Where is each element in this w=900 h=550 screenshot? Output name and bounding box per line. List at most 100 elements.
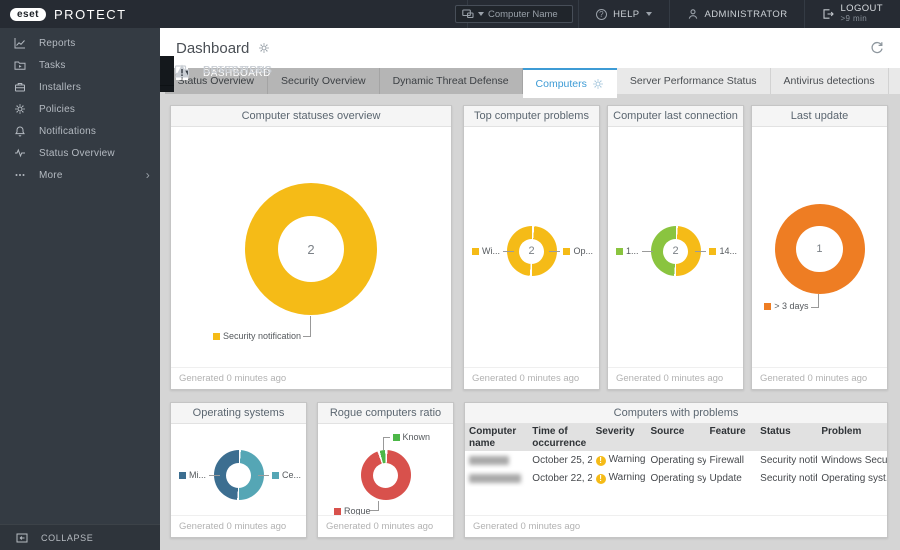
legend-label: > 3 days (774, 301, 809, 311)
cell-source: Operating syst... (650, 454, 706, 466)
topbar: eset PROTECT Computer Name QUICK LINKS ?… (0, 0, 900, 28)
table-row[interactable]: October 22, 20... !Warning Operating sys… (465, 469, 887, 487)
column-header[interactable]: Computer name (465, 424, 529, 451)
tab-computers[interactable]: Computers (522, 68, 617, 98)
dashboard-settings-gear-icon[interactable] (258, 42, 270, 54)
sidebar-item-status-overview[interactable]: Status Overview (0, 142, 160, 164)
legend-swatch (563, 247, 571, 255)
sidebar-item-label: Tasks (39, 59, 66, 71)
tab-settings-gear-icon[interactable] (592, 78, 604, 90)
help-caret-icon (645, 12, 652, 16)
donut-center-value: 1 (796, 225, 843, 273)
sidebar-item-installers[interactable]: Installers (0, 76, 160, 98)
legend-item: > 3 days (764, 301, 809, 311)
cell-severity: ! Warning (592, 469, 647, 487)
donut-chart[interactable]: 2 (650, 226, 701, 276)
status-overview-icon (15, 148, 25, 158)
table-row[interactable]: October 25, 20... !Warning Operating sys… (465, 451, 887, 469)
panel-title: Rogue computers ratio (318, 403, 453, 424)
sidebar-item-label: More (39, 169, 63, 181)
legend-label: Mi... (189, 470, 206, 480)
sidebar-item-tasks[interactable]: Tasks (0, 54, 160, 76)
legend-swatch (764, 302, 772, 310)
donut-chart[interactable]: 2 (245, 183, 377, 315)
user-icon (688, 9, 697, 19)
legend-item: Security notification (212, 331, 301, 341)
refresh-icon[interactable] (870, 41, 884, 55)
tab-server-performance-status[interactable]: Server Performance Status (616, 68, 771, 94)
user-menu[interactable]: ADMINISTRATOR (668, 0, 805, 28)
tab-label: Server Performance Status (629, 75, 757, 87)
sidebar-collapse-button[interactable]: COLLAPSE (0, 524, 160, 550)
sidebar-item-notifications[interactable]: Notifications (0, 120, 160, 142)
tasks-icon (14, 61, 26, 70)
tab-security-overview[interactable]: Security Overview (267, 68, 380, 94)
donut-chart[interactable] (360, 450, 411, 500)
logout-button[interactable]: LOGOUT >9 min (804, 0, 900, 28)
panel-title: Top computer problems (464, 106, 599, 127)
legend-swatch (212, 332, 220, 340)
sidebar-item-policies[interactable]: Policies (0, 98, 160, 120)
legend-connector (303, 316, 311, 337)
legend-label: Wi... (482, 246, 500, 256)
help-menu[interactable]: ? HELP (578, 0, 668, 28)
logout-session-time: >9 min (840, 13, 868, 23)
generated-timestamp: Generated 0 minutes ago (318, 515, 453, 537)
tab-firewall-detections[interactable]: Firewall detections (888, 68, 900, 94)
column-header[interactable]: Source (646, 424, 706, 451)
panel-computer-statuses-overview: Computer statuses overview 2 Security no… (170, 105, 452, 390)
cell-problem: Windows Secur... (821, 454, 887, 466)
more-icon (15, 174, 25, 176)
warning-icon: ! (595, 474, 606, 484)
eset-logo-badge: eset (10, 7, 47, 21)
column-header[interactable]: Severity (591, 424, 647, 451)
notifications-bell-icon (15, 126, 25, 137)
column-header[interactable]: Problem (817, 424, 887, 451)
legend-swatch (616, 247, 623, 255)
tab-label: Computers (535, 78, 587, 90)
policies-gear-icon (15, 104, 25, 114)
sidebar-item-label: Installers (39, 81, 82, 93)
cell-status: Security notific... (760, 472, 818, 484)
generated-timestamp: Generated 0 minutes ago (465, 515, 887, 537)
legend-item: Mi... (179, 470, 220, 480)
eset-logo: eset PROTECT (10, 7, 127, 22)
cell-source: Operating syst... (650, 472, 706, 484)
panel-title: Computers with problems (465, 403, 887, 424)
donut-center-value: 2 (519, 238, 544, 264)
search-placeholder: Computer Name (488, 8, 558, 20)
generated-timestamp: Generated 0 minutes ago (171, 515, 306, 537)
tab-label: Antivirus detections (783, 75, 875, 87)
logout-icon (823, 9, 835, 19)
panel-top-computer-problems: Top computer problems 2 Wi... Op... Gene… (463, 105, 600, 390)
computer-search-input[interactable]: Computer Name (455, 5, 573, 23)
column-header[interactable]: Status (756, 424, 818, 451)
legend-item: Wi... (472, 246, 514, 256)
panel-computers-with-problems: Computers with problems Computer name Ti… (464, 402, 888, 538)
generated-timestamp: Generated 0 minutes ago (464, 367, 599, 389)
tab-dynamic-threat-defense[interactable]: Dynamic Threat Defense (379, 68, 523, 94)
legend-swatch (392, 433, 400, 441)
legend-label: 14... (719, 246, 737, 256)
sidebar-item-detections[interactable]: DETECTIONS (160, 56, 272, 86)
search-scope-caret-icon[interactable] (478, 12, 484, 16)
column-header[interactable]: Feature (705, 424, 757, 451)
sidebar-item-label: Reports (39, 37, 76, 49)
cell-severity: ! Warning (592, 451, 647, 469)
sidebar-item-reports[interactable]: Reports (0, 32, 160, 54)
installers-icon (15, 83, 25, 92)
panel-last-update: Last update 1 > 3 days Generated 0 minut… (751, 105, 888, 390)
sidebar-item-more[interactable]: More › (0, 164, 160, 186)
legend-swatch (271, 471, 279, 479)
cell-problem: Operating syst... (821, 472, 887, 484)
sidebar-item-label: Status Overview (39, 147, 115, 159)
tab-antivirus-detections[interactable]: Antivirus detections (770, 68, 889, 94)
legend-swatch (179, 471, 186, 479)
legend-swatch (709, 247, 717, 255)
legend-connector (810, 294, 819, 308)
donut-chart[interactable]: 1 (774, 204, 865, 294)
cell-status: Security notific... (760, 454, 818, 466)
donut-chart[interactable] (213, 450, 264, 500)
panel-operating-systems: Operating systems Mi... Ce... Generated … (170, 402, 307, 538)
column-header[interactable]: Time of occurrence (528, 424, 592, 451)
